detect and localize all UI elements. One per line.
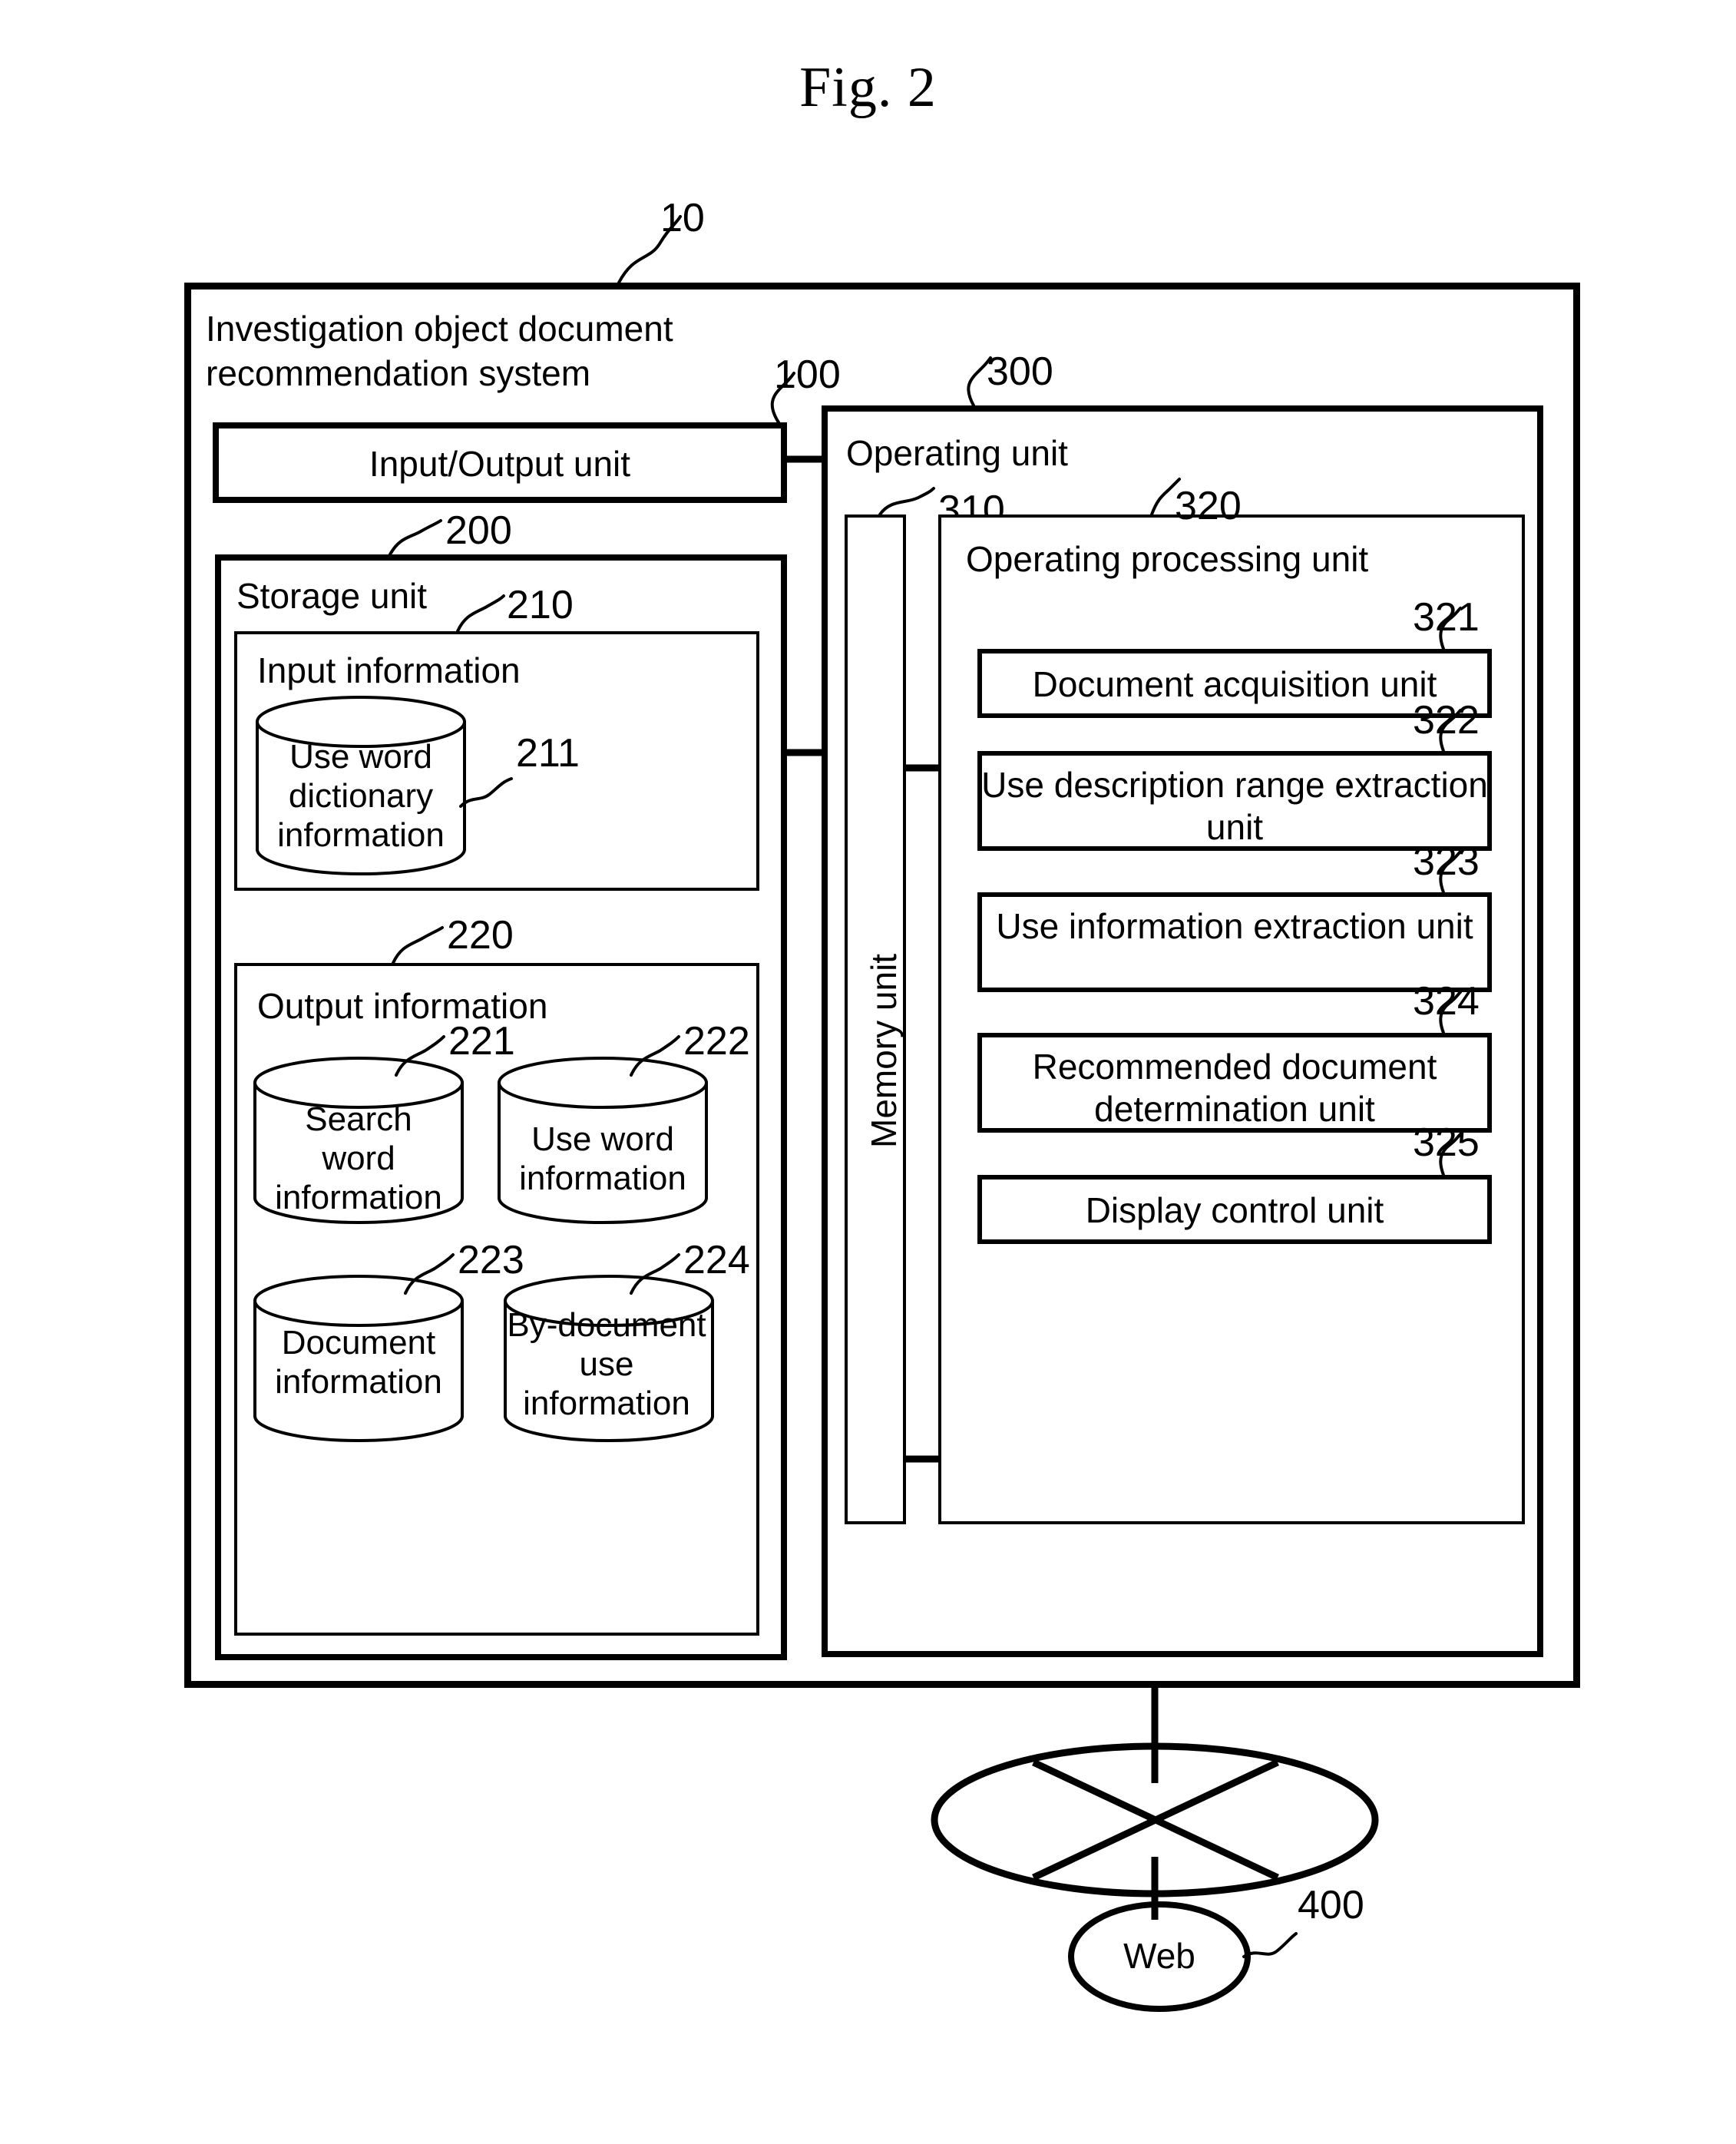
memory-unit-label: Memory unit [864, 953, 904, 1148]
store-221-label: Search word information [275, 1100, 442, 1216]
ref-210: 210 [507, 583, 574, 627]
use-description-range-extraction-unit-label: Use description range extraction unit [981, 765, 1488, 847]
ref-300: 300 [987, 349, 1053, 394]
display-control-unit-label: Display control unit [1085, 1190, 1384, 1230]
ref-211: 211 [516, 731, 580, 776]
network-cloud-icon [931, 1742, 1379, 1898]
recommended-document-determination-unit-label: Recommended document determination unit [1032, 1047, 1437, 1129]
store-222-label: Use word information [519, 1120, 686, 1197]
ref-400: 400 [1298, 1883, 1364, 1927]
operating-processing-unit-label: Operating processing unit [966, 539, 1369, 579]
use-information-extraction-unit-label: Use information extraction unit [996, 906, 1473, 946]
ref-322: 322 [1413, 698, 1480, 743]
ref-223: 223 [458, 1238, 524, 1282]
ref-325: 325 [1413, 1120, 1480, 1165]
ref-221: 221 [448, 1019, 515, 1064]
operating-unit-label: Operating unit [846, 433, 1068, 473]
ref-224: 224 [683, 1238, 750, 1282]
store-223-label: Document information [275, 1324, 442, 1401]
ref-100: 100 [774, 352, 841, 397]
ref-324: 324 [1413, 979, 1480, 1024]
ref-200: 200 [445, 508, 512, 553]
ref-222: 222 [683, 1019, 750, 1064]
system-title-line1: Investigation object document [206, 309, 673, 349]
store-224-label: By-document use information [507, 1306, 706, 1422]
input-information-label: Input information [257, 650, 521, 690]
system-title-line2: recommendation system [206, 353, 591, 393]
block-diagram: Investigation object document recommenda… [0, 0, 1736, 2144]
ref-323: 323 [1413, 839, 1480, 884]
ref-10: 10 [660, 196, 705, 240]
leader-400 [1242, 1932, 1298, 1958]
store-211-label: Use word dictionary information [277, 738, 445, 854]
input-output-unit-label: Input/Output unit [369, 444, 631, 484]
web-node-label: Web [1123, 1936, 1195, 1976]
storage-unit-label: Storage unit [236, 576, 428, 616]
ref-220: 220 [447, 913, 514, 958]
ref-321: 321 [1413, 595, 1480, 640]
ref-320: 320 [1175, 484, 1242, 528]
output-information-box[interactable] [234, 963, 759, 1636]
